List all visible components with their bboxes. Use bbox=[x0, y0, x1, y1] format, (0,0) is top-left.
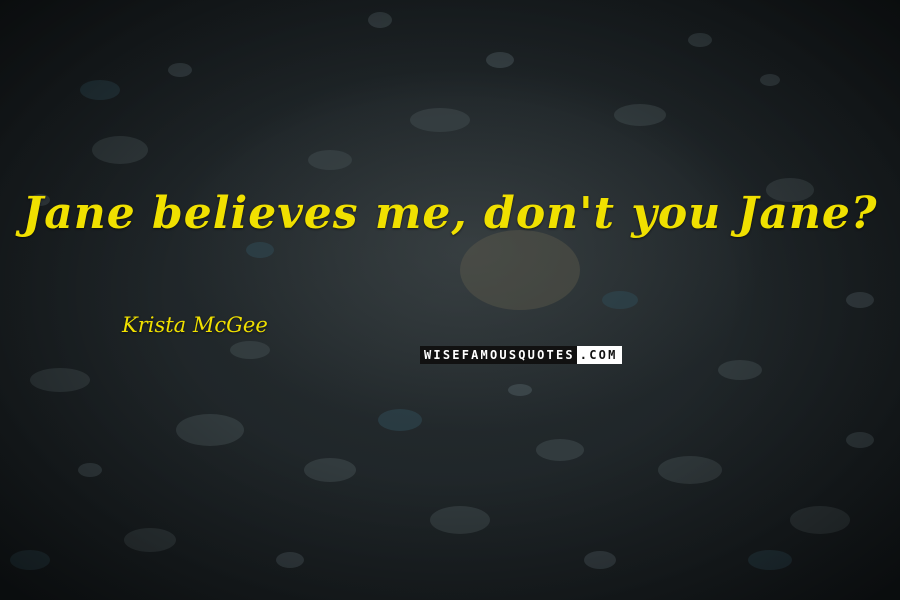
watermark-light-part: .COM bbox=[576, 346, 622, 364]
watermark-logo: WISEFAMOUSQUOTES .COM bbox=[420, 346, 622, 364]
quote-image: Jane believes me, don't you Jane? Krista… bbox=[0, 0, 900, 600]
gravel-background bbox=[10, 12, 874, 570]
watermark-dark-part: WISEFAMOUSQUOTES bbox=[420, 346, 577, 364]
author-name: Krista McGee bbox=[122, 313, 268, 337]
quote-text: Jane believes me, don't you Jane? bbox=[22, 188, 878, 239]
